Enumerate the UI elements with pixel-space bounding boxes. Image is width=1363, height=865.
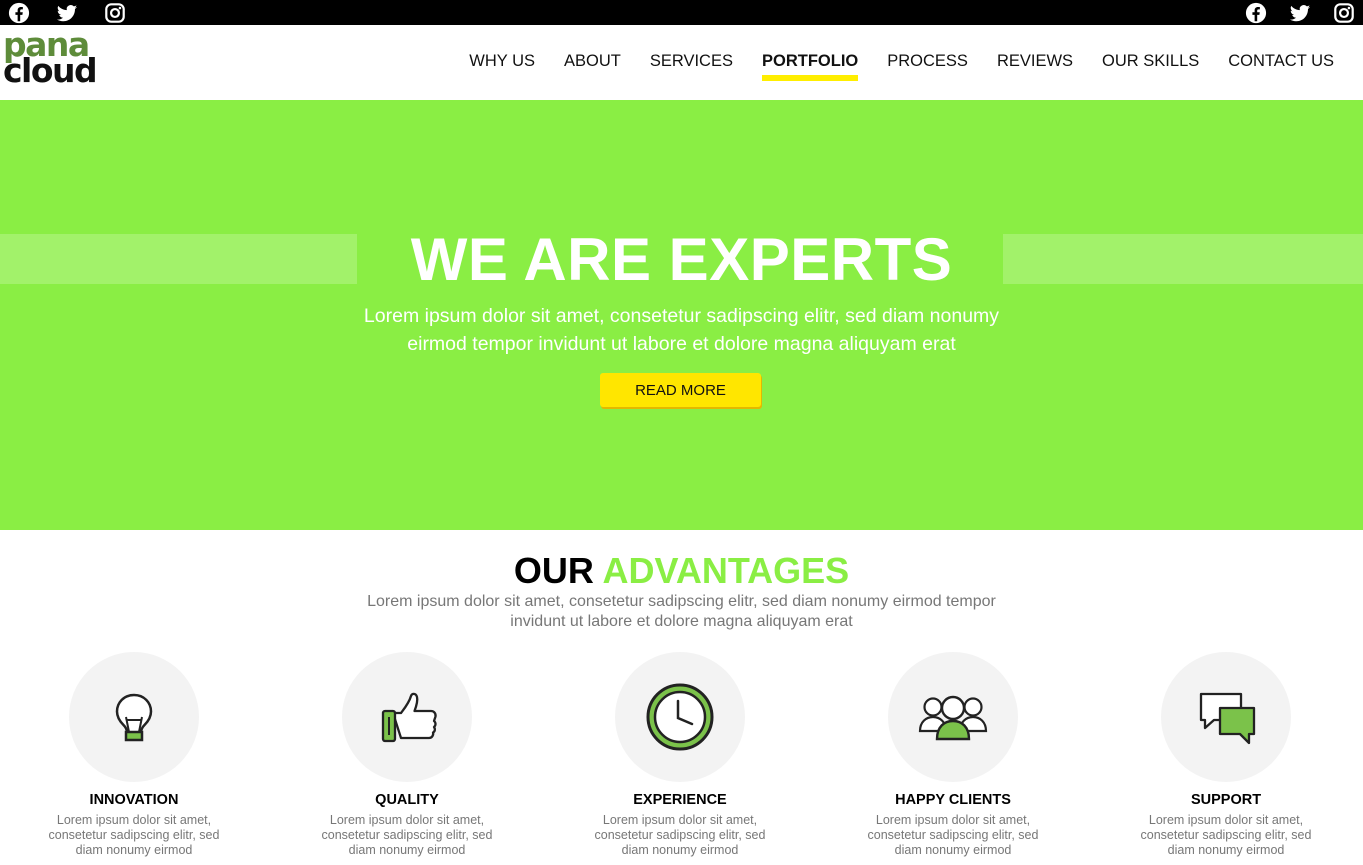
advantage-text: Lorem ipsum dolor sit amet, consetetur s… bbox=[48, 813, 220, 857]
facebook-icon bbox=[1245, 2, 1267, 23]
nav-item-our-skills[interactable]: OUR SKILLS bbox=[1102, 48, 1199, 77]
hero-section: WE ARE EXPERTS Lorem ipsum dolor sit ame… bbox=[0, 100, 1363, 530]
twitter-icon bbox=[56, 4, 78, 21]
instagram-link-left[interactable] bbox=[104, 2, 152, 24]
social-links-right bbox=[1223, 0, 1355, 25]
advantages-title: OUR ADVANTAGES bbox=[0, 550, 1363, 592]
advantage-icon-circle bbox=[342, 652, 472, 782]
instagram-icon bbox=[105, 2, 125, 23]
site-logo[interactable]: pana cloud bbox=[3, 28, 111, 90]
facebook-icon bbox=[8, 2, 30, 23]
advantage-text: Lorem ipsum dolor sit amet, consetetur s… bbox=[594, 813, 766, 857]
nav-item-services[interactable]: SERVICES bbox=[650, 48, 733, 77]
advantage-title: SUPPORT bbox=[1190, 792, 1262, 808]
advantage-title: EXPERIENCE bbox=[633, 792, 727, 808]
advantage-title: QUALITY bbox=[375, 792, 439, 808]
people-icon bbox=[918, 695, 988, 741]
main-nav: WHY US ABOUT SERVICES PORTFOLIO PROCESS … bbox=[440, 25, 1334, 100]
chat-bubbles-icon bbox=[1199, 692, 1256, 745]
read-more-button[interactable]: READ MORE bbox=[600, 373, 761, 407]
advantage-card-happy-clients: HAPPY CLIENTS Lorem ipsum dolor sit amet… bbox=[838, 652, 1068, 858]
nav-item-contact-us[interactable]: CONTACT US bbox=[1228, 48, 1334, 77]
site-header: pana cloud WHY US ABOUT SERVICES PORTFOL… bbox=[0, 25, 1363, 100]
hero-title: WE ARE EXPERTS bbox=[410, 226, 953, 293]
instagram-link-right[interactable] bbox=[1311, 2, 1355, 24]
clock-icon bbox=[646, 683, 714, 751]
lightbulb-icon bbox=[115, 693, 153, 742]
advantage-text: Lorem ipsum dolor sit amet, consetetur s… bbox=[321, 813, 493, 857]
advantage-title: INNOVATION bbox=[89, 792, 179, 808]
advantage-card-quality: QUALITY Lorem ipsum dolor sit amet, cons… bbox=[292, 652, 522, 858]
advantage-icon-circle bbox=[888, 652, 1018, 782]
nav-item-portfolio[interactable]: PORTFOLIO bbox=[762, 48, 859, 81]
advantage-icon-circle bbox=[69, 652, 199, 782]
nav-item-reviews[interactable]: REVIEWS bbox=[997, 48, 1073, 77]
twitter-link-left[interactable] bbox=[56, 2, 104, 24]
logo-line-2: cloud bbox=[3, 51, 98, 90]
advantage-icon-circle bbox=[615, 652, 745, 782]
hero-subtitle: Lorem ipsum dolor sit amet, consetetur s… bbox=[363, 305, 1000, 355]
advantage-card-support: SUPPORT Lorem ipsum dolor sit amet, cons… bbox=[1111, 652, 1341, 858]
nav-item-why-us[interactable]: WHY US bbox=[469, 48, 535, 77]
facebook-link-left[interactable] bbox=[8, 2, 56, 24]
advantage-card-innovation: INNOVATION Lorem ipsum dolor sit amet, c… bbox=[19, 652, 249, 858]
advantages-subtitle: Lorem ipsum dolor sit amet, consetetur s… bbox=[367, 593, 996, 630]
social-links-left bbox=[8, 0, 152, 25]
advantages-title-part2: ADVANTAGES bbox=[602, 550, 850, 591]
twitter-link-right[interactable] bbox=[1267, 2, 1311, 24]
advantages-title-part1: OUR bbox=[513, 550, 594, 591]
social-bar bbox=[0, 0, 1363, 25]
thumbs-up-icon bbox=[381, 692, 437, 743]
instagram-icon bbox=[1334, 2, 1354, 23]
nav-item-process[interactable]: PROCESS bbox=[887, 48, 968, 77]
advantage-card-experience: EXPERIENCE Lorem ipsum dolor sit amet, c… bbox=[565, 652, 795, 858]
twitter-icon bbox=[1289, 4, 1311, 21]
advantage-icon-circle bbox=[1161, 652, 1291, 782]
advantage-text: Lorem ipsum dolor sit amet, consetetur s… bbox=[1140, 813, 1312, 857]
facebook-link-right[interactable] bbox=[1223, 2, 1267, 24]
nav-item-about[interactable]: ABOUT bbox=[564, 48, 621, 77]
advantage-text: Lorem ipsum dolor sit amet, consetetur s… bbox=[867, 813, 1039, 857]
advantage-title: HAPPY CLIENTS bbox=[895, 792, 1011, 808]
